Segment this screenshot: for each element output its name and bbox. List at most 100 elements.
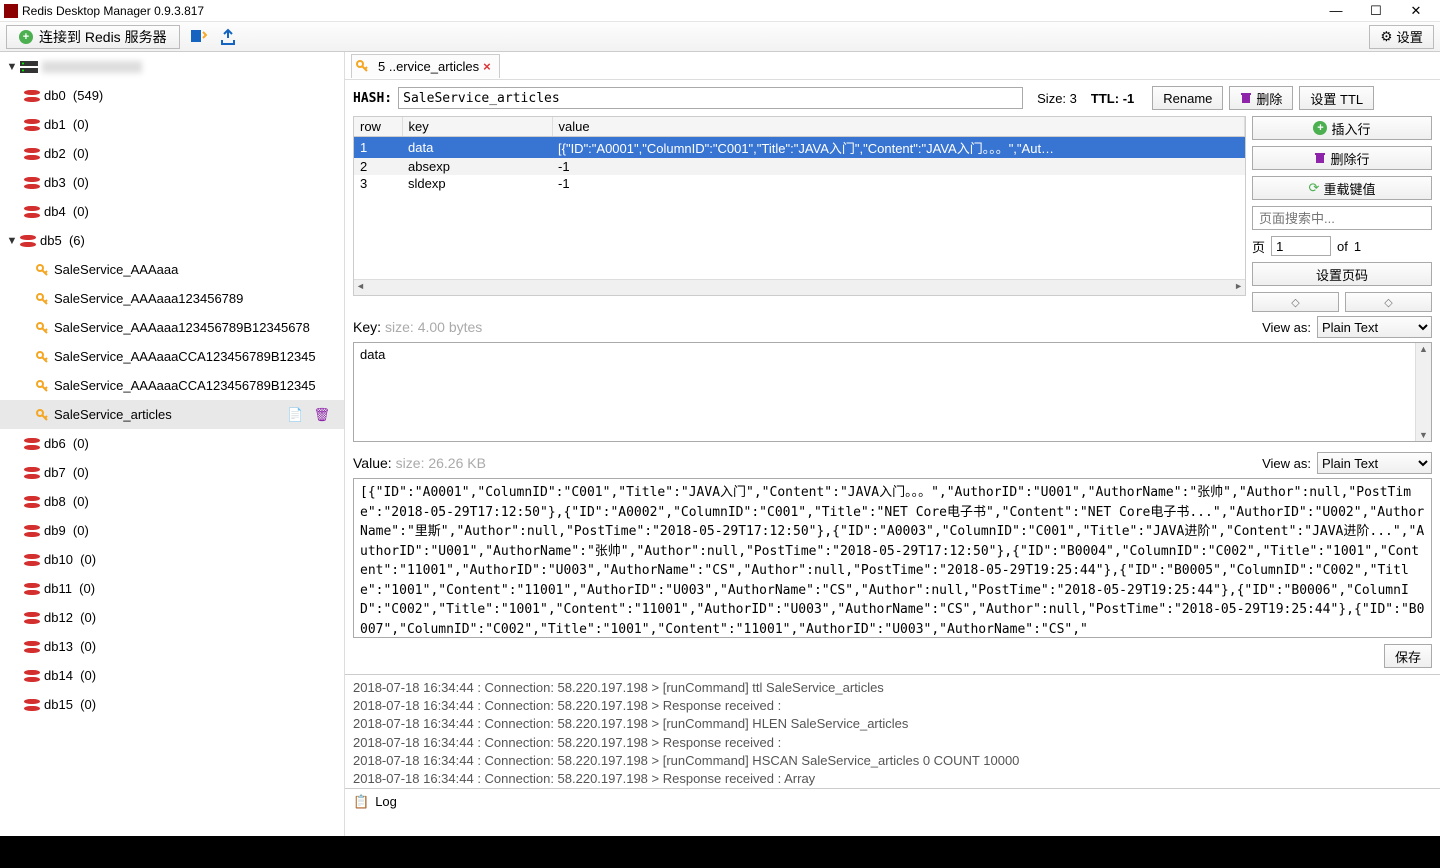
table-row[interactable]: 1data[{"ID":"A0001","ColumnID":"C001","T… (354, 137, 1245, 159)
col-key[interactable]: key (402, 117, 552, 137)
minimize-button[interactable]: ― (1316, 0, 1356, 22)
horizontal-scrollbar[interactable] (354, 279, 1245, 295)
set-page-button[interactable]: 设置页码 (1252, 262, 1432, 286)
log-output[interactable]: 2018-07-18 16:34:44 : Connection: 58.220… (345, 675, 1440, 788)
db-node-db10[interactable]: db10 (0) (0, 545, 344, 574)
db-node-db8[interactable]: db8 (0) (0, 487, 344, 516)
db-node-db2[interactable]: db2 (0) (0, 139, 344, 168)
gear-icon: ⚙ (1380, 29, 1392, 45)
delete-row-button[interactable]: 删除行 (1252, 146, 1432, 170)
log-tab[interactable]: 📋 Log (345, 788, 1440, 814)
page-number-input[interactable] (1271, 236, 1331, 256)
col-row[interactable]: row (354, 117, 402, 137)
reload-button[interactable]: ⟳重载键值 (1252, 176, 1432, 200)
table-actions-panel: +插入行 删除行 ⟳重载键值 页 of 1 设置页码 ◇ ◇ (1252, 116, 1440, 312)
key-viewas-select[interactable]: Plain Text (1317, 316, 1432, 338)
db-node-db4[interactable]: db4 (0) (0, 197, 344, 226)
db-node-db3[interactable]: db3 (0) (0, 168, 344, 197)
db-node-db15[interactable]: db15 (0) (0, 690, 344, 719)
key-name-input[interactable] (398, 87, 1023, 109)
insert-row-button[interactable]: +插入行 (1252, 116, 1432, 140)
settings-button[interactable]: ⚙ 设置 (1369, 25, 1434, 49)
prev-page-button[interactable]: ◇ (1252, 292, 1339, 312)
key-icon (36, 409, 48, 421)
next-page-button[interactable]: ◇ (1345, 292, 1432, 312)
vertical-scrollbar[interactable] (1415, 343, 1431, 441)
db-node-db1[interactable]: db1 (0) (0, 110, 344, 139)
database-icon (24, 496, 40, 508)
key-node[interactable]: SaleService_AAAaaa123456789B12345678 (0, 313, 344, 342)
db-node-db14[interactable]: db14 (0) (0, 661, 344, 690)
save-button[interactable]: 保存 (1384, 644, 1432, 668)
database-icon (24, 670, 40, 682)
chevron-down-icon[interactable]: ▼ (4, 235, 20, 247)
connect-server-button[interactable]: + 连接到 Redis 服务器 (6, 25, 180, 49)
ttl-label: TTL: -1 (1091, 91, 1134, 106)
key-icon (356, 60, 368, 72)
db-node-db11[interactable]: db11 (0) (0, 574, 344, 603)
table-row[interactable]: 2absexp-1 (354, 158, 1245, 175)
log-icon: 📋 (353, 794, 369, 810)
key-node[interactable]: SaleService_AAAaaaCCA123456789B12345 (0, 371, 344, 400)
database-icon (24, 438, 40, 450)
db-node-db5[interactable]: ▼ db5 (6) (0, 226, 344, 255)
chevron-down-icon[interactable]: ▼ (4, 61, 20, 73)
db-node-db13[interactable]: db13 (0) (0, 632, 344, 661)
key-icon (36, 322, 48, 334)
import-icon[interactable] (186, 25, 210, 49)
close-button[interactable]: ✕ (1396, 0, 1436, 22)
key-node[interactable]: SaleService_AAAaaaCCA123456789B12345 (0, 342, 344, 371)
plus-icon: + (1313, 121, 1327, 135)
log-panel: 2018-07-18 16:34:44 : Connection: 58.220… (345, 674, 1440, 814)
database-icon (24, 641, 40, 653)
key-node[interactable]: SaleService_AAAaaa (0, 255, 344, 284)
app-icon (4, 4, 18, 18)
db-node-db12[interactable]: db12 (0) (0, 603, 344, 632)
database-icon (24, 699, 40, 711)
export-icon[interactable] (216, 25, 240, 49)
key-value-box[interactable]: data (353, 342, 1432, 442)
col-value[interactable]: value (552, 117, 1245, 137)
plus-icon: + (19, 30, 33, 44)
key-node[interactable]: SaleService_AAAaaa123456789 (0, 284, 344, 313)
value-viewas-select[interactable]: Plain Text (1317, 452, 1432, 474)
db-node-db7[interactable]: db7 (0) (0, 458, 344, 487)
set-ttl-button[interactable]: 设置 TTL (1299, 86, 1374, 110)
delete-key-button[interactable]: 删除 (1229, 86, 1293, 110)
connection-tree[interactable]: ▼ db0 (549)db1 (0)db2 (0)db3 (0)db4 (0) … (0, 52, 345, 836)
key-icon (36, 293, 48, 305)
log-line: 2018-07-18 16:34:44 : Connection: 58.220… (353, 752, 1432, 770)
table-row[interactable]: 3sldexp-1 (354, 175, 1245, 192)
maximize-button[interactable]: ☐ (1356, 0, 1396, 22)
delete-icon[interactable]: 🗑 (313, 407, 330, 423)
key-icon (36, 380, 48, 392)
page-search-input[interactable] (1252, 206, 1432, 230)
type-label: HASH: (353, 91, 392, 106)
db-node-db0[interactable]: db0 (549) (0, 81, 344, 110)
tab-key[interactable]: 5 ..ervice_articles × (351, 54, 500, 78)
key-icon (36, 351, 48, 363)
database-icon (24, 119, 40, 131)
refresh-icon: ⟳ (1309, 180, 1320, 196)
log-line: 2018-07-18 16:34:44 : Connection: 58.220… (353, 697, 1432, 715)
copy-icon[interactable]: 📄 (287, 407, 303, 423)
log-line: 2018-07-18 16:34:44 : Connection: 58.220… (353, 734, 1432, 752)
key-node[interactable]: SaleService_articles📄🗑 (0, 400, 344, 429)
database-icon (24, 554, 40, 566)
server-icon (20, 61, 38, 73)
key-header: HASH: Size: 3 TTL: -1 Rename 删除 设置 TTL (345, 80, 1440, 116)
database-icon (24, 525, 40, 537)
tab-bar: 5 ..ervice_articles × (345, 52, 1440, 80)
db-node-db9[interactable]: db9 (0) (0, 516, 344, 545)
value-content-box[interactable]: [{"ID":"A0001","ColumnID":"C001","Title"… (353, 478, 1432, 638)
key-section-header: Key:size: 4.00 bytes View as: Plain Text (345, 312, 1440, 342)
log-line: 2018-07-18 16:34:44 : Connection: 58.220… (353, 715, 1432, 733)
tab-close-icon[interactable]: × (483, 59, 491, 74)
database-icon (24, 206, 40, 218)
hash-table[interactable]: row key value 1data[{"ID":"A0001","Colum… (353, 116, 1246, 296)
key-icon (36, 264, 48, 276)
trash-icon (1314, 152, 1326, 164)
connection-node[interactable]: ▼ (0, 52, 344, 81)
rename-button[interactable]: Rename (1152, 86, 1223, 110)
db-node-db6[interactable]: db6 (0) (0, 429, 344, 458)
